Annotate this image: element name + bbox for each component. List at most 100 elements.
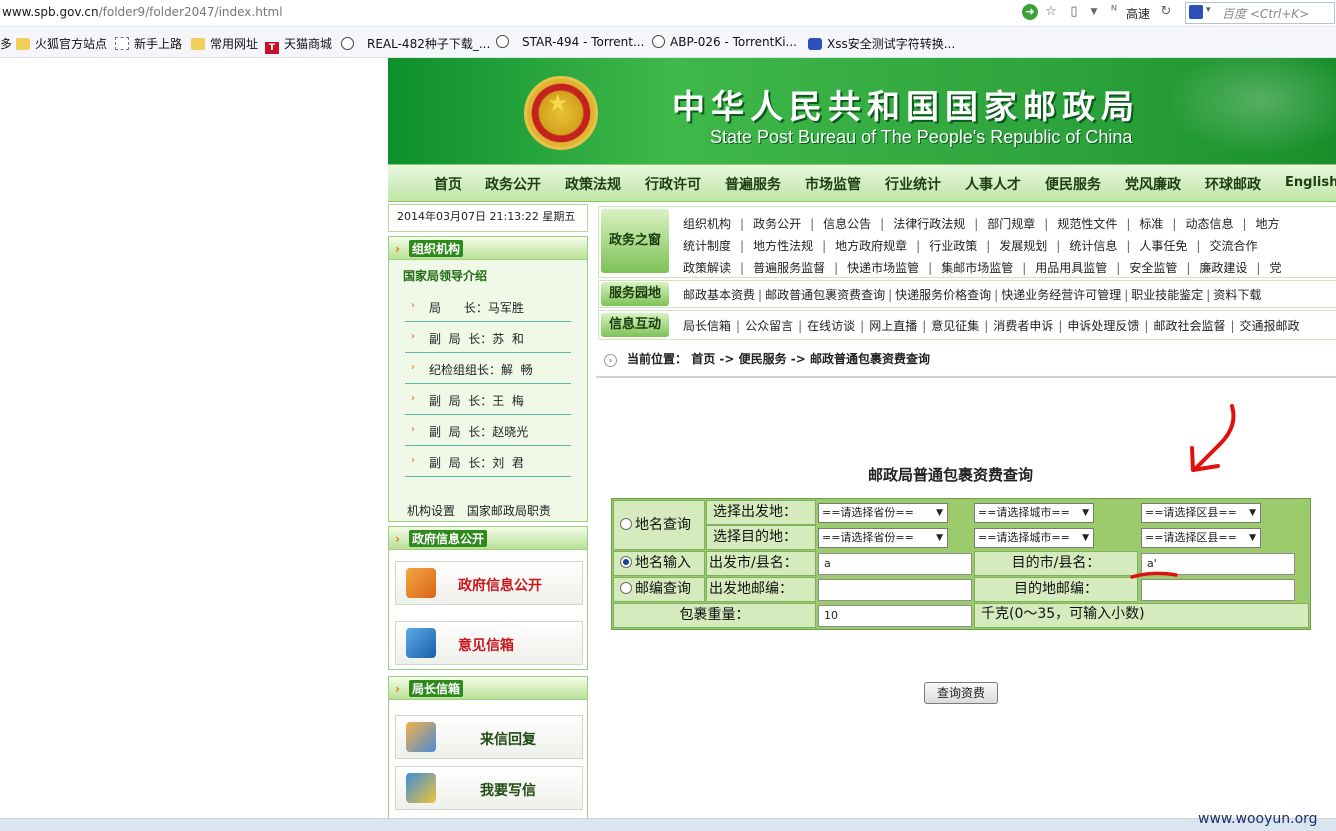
nav-global-post[interactable]: 环球邮政 [1205,174,1261,194]
quick-link[interactable]: 网上直播 [869,319,917,333]
reply-button[interactable]: 来信回复 [395,715,583,759]
nav-policy[interactable]: 政策法规 [565,174,621,194]
quick-link[interactable]: 政务公开 [753,217,801,231]
speed-label[interactable]: 高速 [1126,5,1150,22]
quick-link[interactable]: 行业政策 [929,239,977,253]
quick-link[interactable]: 公众留言 [745,319,793,333]
leader-item[interactable]: › 副 局 长：苏 和 [405,322,571,353]
quick-link[interactable]: 地方性法规 [753,239,813,253]
to-county-select[interactable]: ==请选择区县== ▼ [1141,528,1261,548]
quick-link[interactable]: 快递业务经营许可管理 [1001,288,1121,302]
quick-link[interactable]: 交通报邮政 [1240,319,1300,333]
quick-link[interactable]: 统计制度 [683,239,731,253]
write-letter-button[interactable]: 我要写信 [395,766,583,810]
gov-info-button[interactable]: 政府信息公开 [395,561,583,605]
nav-home[interactable]: 首页 [434,174,462,194]
quick-link[interactable]: 规范性文件 [1057,217,1117,231]
quick-link[interactable]: 交流合作 [1209,239,1257,253]
address-bar[interactable]: www.spb.gov.cn/folder9/folder2047/index.… [0,0,1336,27]
to-province-select[interactable]: ==请选择省份== ▼ [818,528,948,548]
from-city-select[interactable]: ==请选择城市== ▼ [974,503,1094,523]
from-county-select[interactable]: ==请选择区县== ▼ [1141,503,1261,523]
nav-personnel[interactable]: 人事人才 [965,174,1021,194]
org-structure-link[interactable]: 机构设置 [407,504,455,518]
bookmark-star494[interactable]: STAR-494 - Torrent... [496,35,644,51]
nav-english[interactable]: English [1285,175,1336,190]
nav-statistics[interactable]: 行业统计 [885,174,941,194]
breadcrumb-home[interactable]: 首页 [691,352,715,366]
nav-gov-affairs[interactable]: 政务公开 [485,174,541,194]
bookmark-newbie[interactable]: 新手上路 [115,35,182,51]
bookmark-abp026[interactable]: ABP-026 - TorrentKi... [652,35,797,51]
duties-link[interactable]: 国家邮政局职责 [467,504,551,518]
refresh-icon[interactable]: ↻ [1158,4,1174,20]
leader-item[interactable]: › 局 长：马军胜 [405,291,571,322]
quick-link[interactable]: 邮政普通包裹资费查询 [765,288,885,302]
quick-link[interactable]: 安全监管 [1129,261,1177,275]
quick-link[interactable]: 局长信箱 [683,319,731,333]
quick-link[interactable]: 信息公告 [823,217,871,231]
to-zip-input[interactable] [1141,579,1295,601]
nav-permits[interactable]: 行政许可 [645,174,701,194]
quick-link[interactable]: 消费者申诉 [993,319,1053,333]
to-city-select[interactable]: ==请选择城市== ▼ [974,528,1094,548]
suggestion-box-button[interactable]: 意见信箱 [395,621,583,665]
bookmark-tmall[interactable]: T 天猫商城 [265,35,332,54]
quick-link[interactable]: 意见征集 [931,319,979,333]
bookmark-common[interactable]: 常用网址 [191,35,258,51]
quick-link[interactable]: 资料下载 [1213,288,1261,302]
quick-link[interactable]: 统计信息 [1069,239,1117,253]
leader-item[interactable]: › 副 局 长：王 梅 [405,384,571,415]
quick-link[interactable]: 在线访谈 [807,319,855,333]
quick-link[interactable]: 廉政建设 [1199,261,1247,275]
quick-link[interactable]: 组织机构 [683,217,731,231]
leader-item[interactable]: › 副 局 长：赵晓光 [405,415,571,446]
search-input[interactable]: ▾ 百度 <Ctrl+K> [1185,2,1335,24]
dropdown-icon[interactable]: ▼ [1086,4,1102,20]
nav-universal-service[interactable]: 普遍服务 [725,174,781,194]
quick-link[interactable]: 地方 [1256,217,1280,231]
nav-public-service[interactable]: 便民服务 [1045,174,1101,194]
mode-name-query-radio[interactable] [620,518,632,530]
quick-link[interactable]: 动态信息 [1185,217,1233,231]
from-city-input[interactable]: a [818,553,972,575]
from-province-select[interactable]: ==请选择省份== ▼ [818,503,948,523]
go-icon[interactable]: ➜ [1022,4,1038,20]
quick-link[interactable]: 部门规章 [987,217,1035,231]
accelerate-icon[interactable]: ᴺ [1106,4,1122,20]
query-postage-button[interactable]: 查询资费 [924,682,998,704]
quick-link[interactable]: 职业技能鉴定 [1131,288,1203,302]
quick-link[interactable]: 快递市场监管 [847,261,919,275]
nav-market-supervision[interactable]: 市场监管 [805,174,861,194]
quick-link[interactable]: 法律行政法规 [893,217,965,231]
star-icon[interactable]: ☆ [1043,4,1059,20]
breadcrumb-current[interactable]: 邮政普通包裹资费查询 [810,352,930,366]
leader-item[interactable]: › 纪检组组长：解 畅 [405,353,571,384]
leaders-title[interactable]: 国家局领导介绍 [403,267,487,284]
mode-name-input-radio[interactable] [620,556,632,568]
quick-link[interactable]: 地方政府规章 [835,239,907,253]
bookmark-xss[interactable]: Xss安全测试字符转换... [808,35,955,51]
nav-integrity[interactable]: 党风廉政 [1125,174,1181,194]
quick-link[interactable]: 邮政基本资费 [683,288,755,302]
bookmark-real482[interactable]: REAL-482种子下载_... [341,35,490,51]
quick-link[interactable]: 普遍服务监督 [753,261,825,275]
breadcrumb-public-service[interactable]: 便民服务 [739,352,787,366]
quick-link[interactable]: 党 [1269,261,1281,275]
phone-icon[interactable]: ▯ [1066,4,1082,20]
bookmark-firefox[interactable]: 火狐官方站点 [16,35,107,51]
quick-link[interactable]: 标准 [1139,217,1163,231]
quick-link[interactable]: 人事任免 [1139,239,1187,253]
quick-link[interactable]: 政策解读 [683,261,731,275]
quick-link[interactable]: 集邮市场监管 [941,261,1013,275]
quick-link[interactable]: 邮政社会监督 [1153,319,1225,333]
leader-item[interactable]: › 副 局 长：刘 君 [405,446,571,477]
engine-dropdown-icon[interactable]: ▾ [1206,5,1211,15]
mode-zip-query-radio[interactable] [620,582,632,594]
from-zip-input[interactable] [818,579,972,601]
quick-link[interactable]: 发展规划 [999,239,1047,253]
bookmark-more[interactable]: 多 [0,35,12,51]
url-text[interactable]: www.spb.gov.cn/folder9/folder2047/index.… [2,5,283,19]
quick-link[interactable]: 用品用具监管 [1035,261,1107,275]
quick-link[interactable]: 申诉处理反馈 [1067,319,1139,333]
